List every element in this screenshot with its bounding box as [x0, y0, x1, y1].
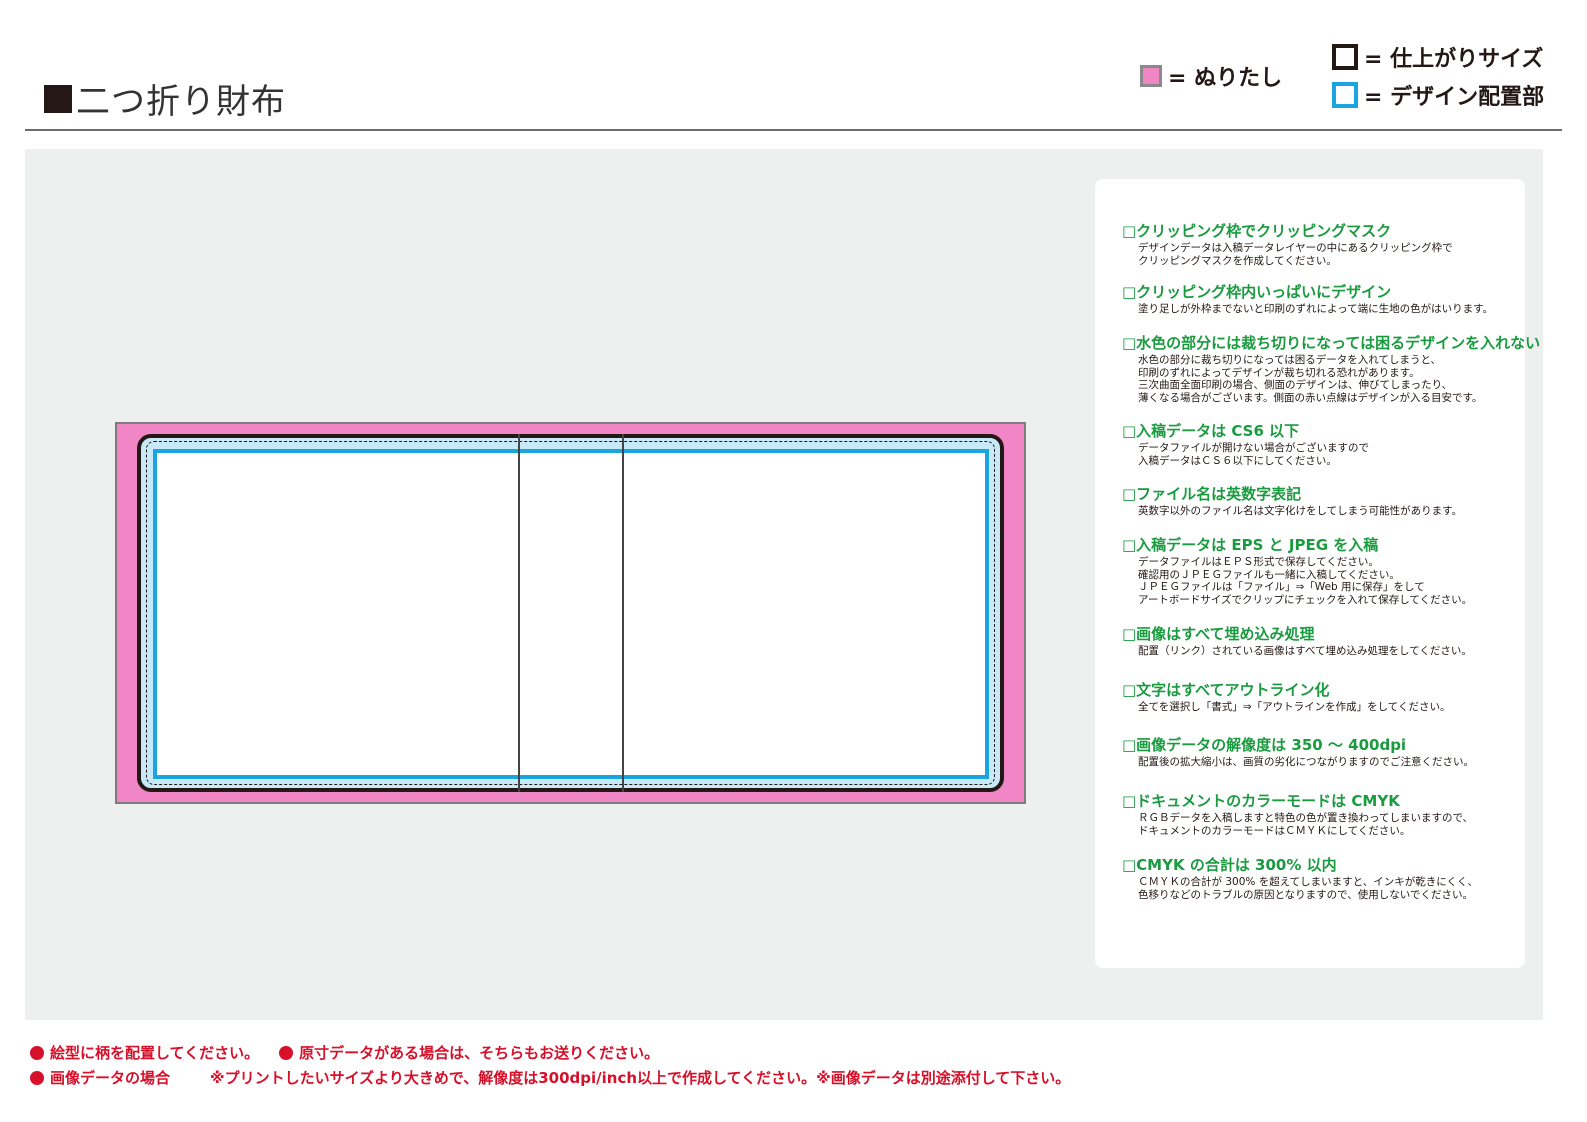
checklist-item-desc: ＣＭＹＫの合計が 300% を超えてしまいますと、インキが乾きにくく、 色移りな…: [1138, 876, 1479, 901]
checklist-item-title: □ファイル名は英数字表記: [1122, 485, 1302, 503]
checklist-item-desc: 塗り足しが外枠までないと印刷のずれによって端に生地の色がはいります。: [1138, 303, 1494, 315]
checklist-item: □画像データの解像度は 350 ～ 400dpi 配置後の拡大縮小は、画質の劣化…: [1122, 735, 1474, 769]
checklist-item: □入稿データは EPS と JPEG を入稿 データファイルはＥＰＳ形式で保存し…: [1122, 535, 1472, 606]
checklist-item-desc: ＲＧＢデータを入稿しますと特色の色が置き換わってしまいますので、 ドキュメントの…: [1138, 812, 1474, 837]
checklist-item-desc: 英数字以外のファイル名は文字化けをしてしまう可能性があります。: [1138, 505, 1463, 517]
fold-line-right: [622, 434, 624, 792]
note-line-1: 絵型に柄を配置してください。 原寸データがある場合は、そちらもお送りください。: [30, 1042, 659, 1063]
checklist-item: □ファイル名は英数字表記 英数字以外のファイル名は文字化けをしてしまう可能性があ…: [1122, 484, 1462, 518]
checklist-item-desc: 水色の部分に裁ち切りになっては困るデータを入れてしまうと、 印刷のずれによってデ…: [1138, 354, 1483, 404]
note-text: 原寸データがある場合は、そちらもお送りください。: [299, 1044, 660, 1062]
red-dot-icon: [30, 1045, 44, 1060]
checklist-item-desc: 配置後の拡大縮小は、画質の劣化につながりますのでご注意ください。: [1138, 756, 1474, 768]
legend-design: = デザイン配置部: [1332, 79, 1544, 111]
pink-swatch-icon: [1140, 65, 1162, 87]
legend-bleed-label: = ぬりたし: [1168, 66, 1283, 91]
checklist-item-title: □画像はすべて埋め込み処理: [1122, 625, 1315, 643]
page-title: 二つ折り財布: [44, 74, 286, 123]
red-dot-icon: [279, 1045, 294, 1060]
checklist-item-title: □文字はすべてアウトライン化: [1122, 681, 1330, 699]
note-text: 絵型に柄を配置してください。: [50, 1044, 260, 1062]
checklist-item: □画像はすべて埋め込み処理 配置（リンク）されている画像はすべて埋め込み処理をし…: [1122, 624, 1472, 658]
checklist-item: □クリッピング枠内いっぱいにデザイン 塗り足しが外枠までないと印刷のずれによって…: [1122, 282, 1493, 316]
page-title-text: 二つ折り財布: [76, 82, 286, 122]
checklist-item: □ドキュメントのカラーモードは CMYK ＲＧＢデータを入稿しますと特色の色が置…: [1122, 791, 1473, 837]
red-dot-icon: [30, 1070, 44, 1085]
checklist-item-title: □水色の部分には裁ち切りになっては困るデザインを入れない: [1122, 334, 1541, 352]
legend-trim-label: = 仕上がりサイズ: [1364, 47, 1544, 72]
checklist-item-desc: 全てを選択し「書式」⇒「アウトラインを作成」をしてください。: [1138, 701, 1451, 713]
checklist-item-desc: データファイルが開けない場合がございますので 入稿データはＣＳ６以下にしてくださ…: [1138, 442, 1369, 467]
note-text: 画像データの場合: [50, 1069, 171, 1087]
legend-design-label: = デザイン配置部: [1364, 85, 1545, 110]
checklist-item-desc: デザインデータは入稿データレイヤーの中にあるクリッピング枠で クリッピングマスク…: [1138, 242, 1453, 267]
checklist-item-title: □クリッピング枠でクリッピングマスク: [1122, 222, 1392, 240]
checklist-item-desc: データファイルはＥＰＳ形式で保存してください。 確認用のＪＰＥＧファイルも一緒に…: [1138, 556, 1473, 606]
checklist-item-title: □クリッピング枠内いっぱいにデザイン: [1122, 283, 1392, 301]
checklist-item-desc: 配置（リンク）されている画像はすべて埋め込み処理をしてください。: [1138, 645, 1472, 657]
checklist-item: □CMYK の合計は 300% 以内 ＣＭＹＫの合計が 300% を超えてしまい…: [1122, 855, 1478, 901]
header-divider: [25, 129, 1562, 131]
checklist-item-title: □画像データの解像度は 350 ～ 400dpi: [1122, 736, 1407, 754]
note-line-2: 画像データの場合 ※プリントしたいサイズより大きめで、解像度は300dpi/in…: [30, 1067, 1070, 1088]
checklist-item-title: □ドキュメントのカラーモードは CMYK: [1122, 792, 1400, 810]
legend-trim: = 仕上がりサイズ: [1332, 41, 1543, 73]
checklist-item-title: □入稿データは CS6 以下: [1122, 422, 1300, 440]
black-frame-swatch-icon: [1332, 44, 1358, 70]
checklist-item-title: □CMYK の合計は 300% 以内: [1122, 856, 1337, 874]
blue-frame-swatch-icon: [1332, 82, 1358, 108]
fold-line-left: [518, 434, 520, 792]
note-text: ※プリントしたいサイズより大きめで、解像度は300dpi/inch以上で作成して…: [210, 1069, 1071, 1087]
legend-bleed: = ぬりたし: [1140, 60, 1282, 92]
design-area: [153, 449, 989, 779]
checklist-item: □入稿データは CS6 以下 データファイルが開けない場合がございますので 入稿…: [1122, 421, 1369, 467]
checklist-item: □クリッピング枠でクリッピングマスク デザインデータは入稿データレイヤーの中にあ…: [1122, 221, 1453, 267]
checklist-item: □水色の部分には裁ち切りになっては困るデザインを入れない 水色の部分に裁ち切りに…: [1122, 333, 1540, 404]
checklist-item: □文字はすべてアウトライン化 全てを選択し「書式」⇒「アウトラインを作成」をして…: [1122, 680, 1450, 714]
checklist-item-title: □入稿データは EPS と JPEG を入稿: [1122, 536, 1379, 554]
black-square-icon: [44, 84, 72, 113]
